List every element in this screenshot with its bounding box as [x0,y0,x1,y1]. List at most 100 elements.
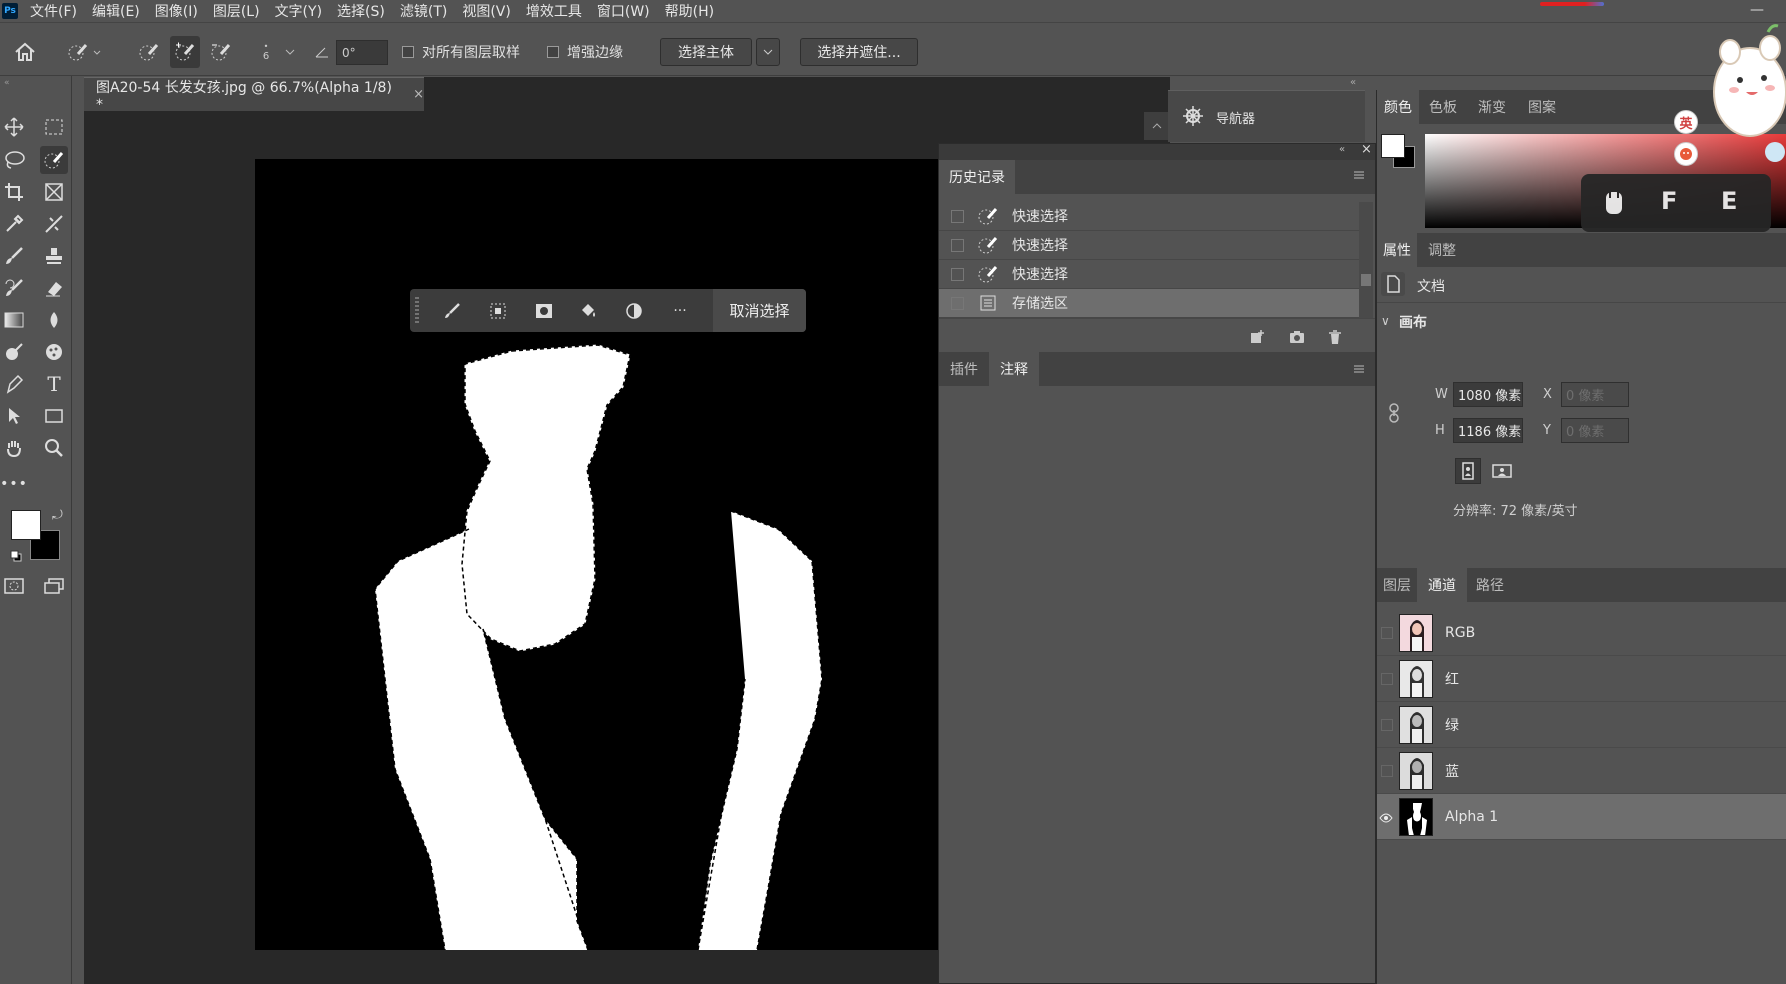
channel-visibility-toggle[interactable] [1381,626,1393,639]
menu-plugins[interactable]: 增效工具 [526,1,582,21]
channel-row[interactable]: 红 [1377,656,1786,702]
color-panel-foreground-swatch[interactable] [1381,134,1405,158]
close-document-icon[interactable]: × [413,87,424,102]
channel-row[interactable]: RGB [1377,610,1786,656]
history-scrollbar[interactable] [1359,202,1373,318]
history-checkbox[interactable] [951,267,964,281]
lasso-tool-icon[interactable] [0,146,28,174]
tab-layers[interactable]: 图层 [1377,568,1417,602]
pen-tool-icon[interactable] [0,370,28,398]
path-selection-tool-icon[interactable] [0,402,28,430]
minimize-button[interactable]: — [1750,2,1764,18]
move-tool-icon[interactable] [0,113,28,141]
eyedropper-tool-icon[interactable] [0,210,28,238]
notes-menu-icon[interactable] [1353,363,1365,375]
brush-size-picker[interactable]: • 6 [254,36,278,68]
width-input[interactable]: 1080 像素 [1453,382,1523,407]
ime-key-e[interactable]: E [1721,187,1737,215]
gradient-tool-icon[interactable] [0,306,28,334]
clone-stamp-tool-icon[interactable] [40,242,68,270]
tool-preset-picker[interactable] [62,36,106,68]
scroll-up-arrow-icon[interactable] [1144,112,1170,140]
deselect-button[interactable]: 取消选择 [713,289,806,332]
trash-icon[interactable] [1327,329,1343,345]
subtract-from-selection-icon[interactable] [206,36,236,68]
tab-channels[interactable]: 通道 [1417,568,1467,602]
menu-image[interactable]: 图像(I) [155,1,198,21]
y-input[interactable]: 0 像素 [1561,418,1629,443]
x-input[interactable]: 0 像素 [1561,382,1629,407]
new-selection-icon[interactable] [134,36,164,68]
document-canvas[interactable] [255,159,938,950]
tab-gradients[interactable]: 渐变 [1467,90,1517,124]
select-and-mask-button[interactable]: 选择并遮住... [800,38,918,66]
menu-layer[interactable]: 图层(L) [213,1,260,21]
close-panel-icon[interactable]: × [1361,142,1372,157]
channel-visibility-toggle[interactable] [1381,764,1393,777]
select-subject-button[interactable]: 选择主体 [660,38,752,66]
add-to-selection-icon[interactable] [170,36,200,68]
menu-view[interactable]: 视图(V) [462,1,511,21]
history-item[interactable]: 快速选择 [939,231,1359,260]
modify-selection-icon[interactable] [486,299,510,323]
blur-tool-icon[interactable] [40,306,68,334]
tab-paths[interactable]: 路径 [1467,568,1513,602]
marquee-tool-icon[interactable] [40,113,68,141]
tab-notes[interactable]: 注释 [989,352,1039,386]
select-subject-dropdown[interactable] [756,38,780,66]
swap-colors-icon[interactable]: ⤾ [52,508,63,523]
history-scroll-thumb[interactable] [1361,274,1371,286]
link-dimensions-icon[interactable] [1387,402,1401,424]
channel-row[interactable]: 绿 [1377,702,1786,748]
brush-selection-icon[interactable] [440,299,464,323]
ime-language-badge[interactable]: 英 [1674,110,1698,134]
history-checkbox[interactable] [951,238,964,252]
tab-color[interactable]: 颜色 [1377,90,1419,124]
home-icon[interactable] [10,36,40,68]
hand-tool-icon[interactable] [0,434,28,462]
tab-plugins[interactable]: 插件 [939,352,989,386]
type-tool-icon[interactable]: T [40,370,68,398]
history-item[interactable]: 快速选择 [939,260,1359,289]
history-brush-tool-icon[interactable] [0,274,28,302]
angle-input[interactable]: 0° [336,40,388,65]
rectangle-tool-icon[interactable] [40,402,68,430]
landscape-orientation-icon[interactable] [1491,462,1513,480]
spot-healing-tool-icon[interactable] [40,210,68,238]
document-tab[interactable]: 图A20-54 长发女孩.jpg @ 66.7%(Alpha 1/8) * × [84,77,424,113]
tab-history[interactable]: 历史记录 [939,160,1015,194]
tab-patterns[interactable]: 图案 [1517,90,1567,124]
ime-emoji-icon[interactable] [1674,142,1698,166]
section-chevron-icon[interactable]: ∨ [1381,314,1390,328]
mask-from-selection-icon[interactable] [532,299,556,323]
channel-visibility-toggle[interactable] [1381,672,1393,685]
ime-mode-icon[interactable] [1603,188,1625,218]
eraser-tool-icon[interactable] [40,274,68,302]
drag-handle-icon[interactable] [414,295,420,326]
channel-visibility-toggle[interactable] [1381,718,1393,731]
camera-snapshot-icon[interactable] [1289,329,1305,345]
menu-type[interactable]: 文字(Y) [275,1,322,21]
portrait-orientation-icon[interactable] [1455,458,1481,484]
sample-all-layers-checkbox[interactable] [402,46,414,58]
enhance-edge-checkbox[interactable] [547,46,559,58]
foreground-color-swatch[interactable] [11,510,41,540]
menu-help[interactable]: 帮助(H) [665,1,714,21]
panel-title-bar[interactable] [939,144,1375,160]
quick-mask-icon[interactable] [0,572,28,600]
channel-row[interactable]: 蓝 [1377,748,1786,794]
history-checkbox[interactable] [951,296,964,310]
crop-tool-icon[interactable] [0,178,28,206]
tab-adjustments[interactable]: 调整 [1417,233,1467,267]
collapse-history-icon[interactable]: « [1339,144,1345,155]
more-options-icon[interactable]: ··· [668,299,692,323]
screen-mode-icon[interactable] [40,572,68,600]
tab-properties[interactable]: 属性 [1377,233,1417,267]
brush-tool-icon[interactable] [0,242,28,270]
more-tools-icon[interactable]: ••• [0,470,28,498]
collapse-toolbar-icon[interactable]: « [4,78,10,88]
default-colors-icon[interactable] [10,550,22,562]
height-input[interactable]: 1186 像素 [1453,418,1523,443]
menu-file[interactable]: 文件(F) [30,1,77,21]
frame-tool-icon[interactable] [40,178,68,206]
